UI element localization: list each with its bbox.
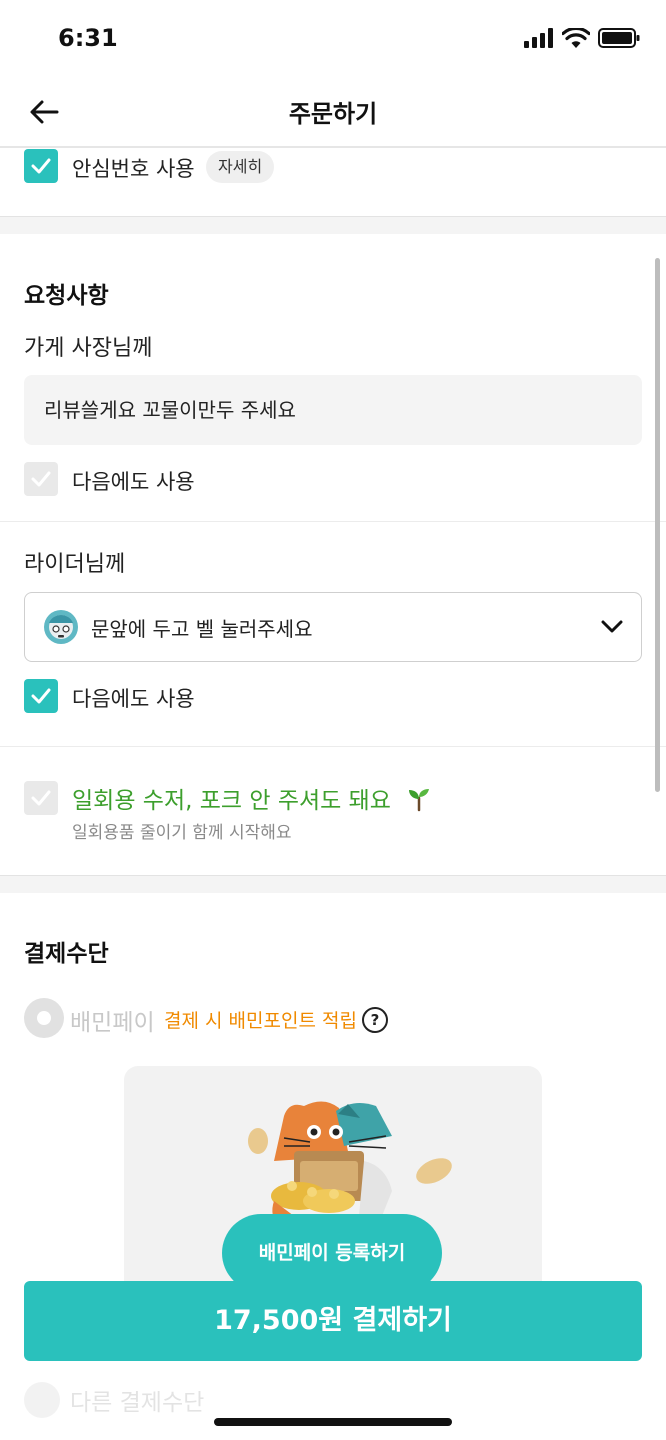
sprout-icon (409, 789, 430, 812)
store-request-input[interactable]: 리뷰쓸게요 꼬물이만두 주세요 (24, 375, 642, 445)
other-payment-option[interactable]: 다른 결제수단 (24, 1382, 204, 1418)
radio-dot (37, 1011, 51, 1025)
chevron-down-icon (601, 620, 623, 633)
section-separator (0, 216, 666, 234)
check-icon (31, 471, 51, 487)
scrollbar[interactable] (655, 258, 660, 792)
baemin-pay-radio[interactable] (24, 998, 64, 1038)
check-icon (31, 688, 51, 704)
store-reuse-label: 다음에도 사용 (72, 470, 195, 494)
cellular-signal-icon (524, 28, 553, 48)
safe-number-detail-chip[interactable]: 자세히 (206, 151, 275, 183)
checkout-button[interactable]: 17,500원 결제하기 (24, 1281, 642, 1361)
no-utensils-checkbox[interactable] (24, 781, 58, 815)
no-utensils-text: 일회용 수저, 포크 안 주셔도 돼요 (72, 788, 391, 814)
rider-helmet-icon (44, 610, 78, 644)
store-reuse-checkbox[interactable] (24, 462, 58, 496)
header-divider (0, 146, 666, 148)
rider-request-dropdown[interactable]: 문앞에 두고 벨 눌러주세요 (24, 592, 642, 662)
no-utensils-sub: 일회용품 줄이기 함께 시작해요 (72, 823, 292, 843)
safe-number-label: 안심번호 사용 (72, 157, 195, 181)
section-separator (0, 875, 666, 893)
rider-request-value: 문앞에 두고 벨 눌러주세요 (91, 616, 313, 641)
page-title: 주문하기 (288, 100, 378, 128)
battery-icon (598, 28, 640, 48)
store-request-label: 가게 사장님께 (24, 336, 153, 361)
help-icon[interactable]: ? (362, 1007, 388, 1033)
divider (0, 746, 666, 747)
check-icon (31, 158, 51, 174)
other-payment-label: 다른 결제수단 (70, 1390, 205, 1416)
other-payment-radio[interactable] (24, 1382, 60, 1418)
arrow-left-icon (30, 100, 59, 124)
rider-request-label: 라이더님께 (24, 552, 126, 577)
rider-reuse-label: 다음에도 사용 (72, 687, 195, 711)
baemin-pay-promo: 결제 시 배민포인트 적립 (164, 1010, 357, 1032)
requests-title: 요청사항 (24, 283, 109, 309)
status-time: 6:31 (58, 24, 118, 52)
no-utensils-label: 일회용 수저, 포크 안 주셔도 돼요 (72, 781, 432, 815)
baemin-pay-label: 배민페이 (70, 1010, 155, 1036)
back-button[interactable] (26, 94, 62, 130)
wifi-icon (562, 28, 590, 48)
payment-title: 결제수단 (24, 941, 109, 967)
safe-number-checkbox[interactable] (24, 149, 58, 183)
home-indicator (214, 1418, 452, 1426)
check-icon (31, 790, 51, 806)
divider (0, 521, 666, 522)
status-icons (524, 28, 640, 48)
rider-reuse-checkbox[interactable] (24, 679, 58, 713)
